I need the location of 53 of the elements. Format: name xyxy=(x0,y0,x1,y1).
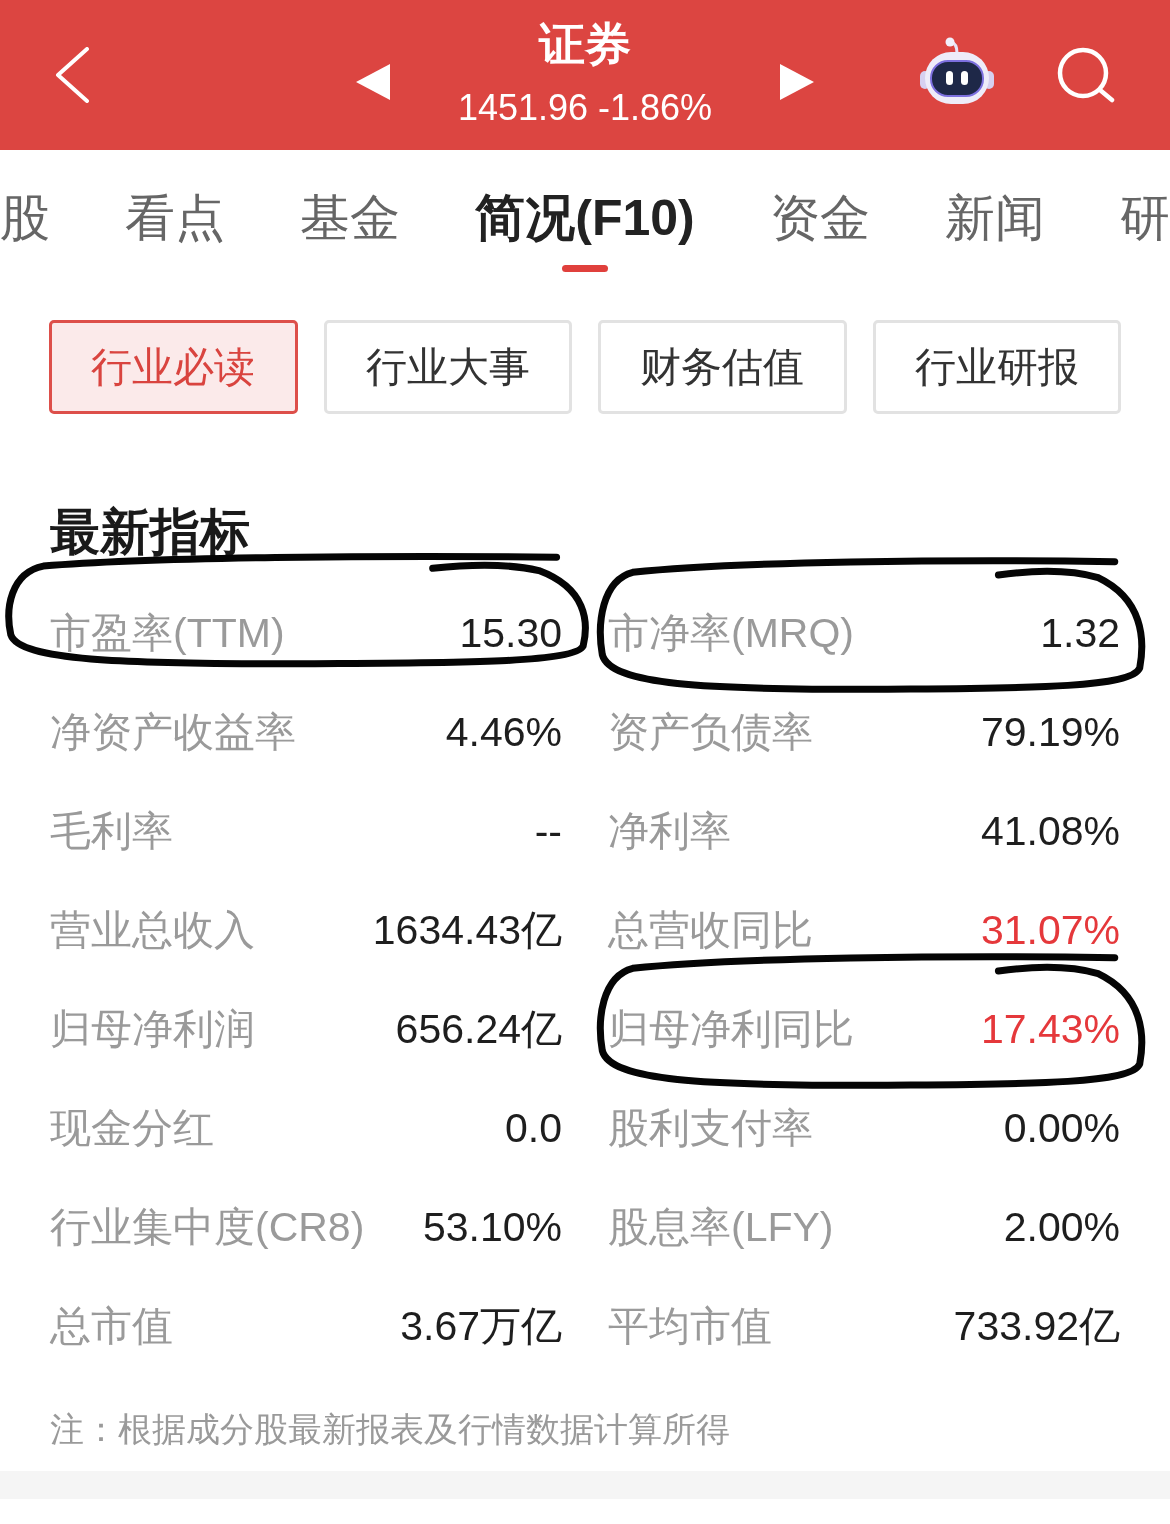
metric-value: 15.30 xyxy=(459,608,562,658)
metric-label: 净利率 xyxy=(608,806,731,856)
section-title: 最新指标 xyxy=(49,503,251,562)
metric-value: 0.0 xyxy=(505,1103,562,1153)
page-title: 证券 xyxy=(539,17,631,72)
metric-label: 股息率(LFY) xyxy=(608,1202,834,1252)
metric-value: 41.08% xyxy=(980,806,1120,856)
metric-value: 1634.43亿 xyxy=(372,905,562,955)
metric-label: 市盈率(TTM) xyxy=(50,608,285,658)
metric-label: 毛利率 xyxy=(50,806,173,856)
metric-value: -- xyxy=(534,806,562,856)
active-tab-indicator xyxy=(561,265,608,272)
metric-value: 31.07% xyxy=(980,905,1120,955)
robot-icon[interactable] xyxy=(919,37,995,105)
metric-value: 656.24亿 xyxy=(395,1004,562,1054)
metric-value: 2.00% xyxy=(1003,1202,1120,1252)
metric-value: 4.46% xyxy=(445,707,562,757)
metric-label: 营业总收入 xyxy=(50,905,255,955)
metric-value: 1.32 xyxy=(1040,608,1120,658)
metric-label: 股利支付率 xyxy=(608,1103,813,1153)
segment-tab[interactable]: 行业研报 xyxy=(872,320,1121,414)
tab[interactable]: 股 xyxy=(0,150,50,274)
segment-tab[interactable]: 财务估值 xyxy=(598,320,847,414)
metric-value: 17.43% xyxy=(980,1004,1120,1054)
metric-label: 平均市值 xyxy=(608,1301,772,1351)
metric-value: 3.67万亿 xyxy=(400,1301,562,1351)
metric-label: 现金分红 xyxy=(50,1103,214,1153)
back-icon[interactable] xyxy=(55,47,89,103)
segment-tab[interactable]: 行业大事 xyxy=(323,320,572,414)
segment-tab[interactable]: 行业必读 xyxy=(49,320,298,414)
metric-label: 总市值 xyxy=(50,1301,173,1351)
metric-value: 79.19% xyxy=(980,707,1120,757)
footnote: 注：根据成分股最新报表及行情数据计算所得 xyxy=(49,1409,731,1450)
metric-label: 总营收同比 xyxy=(608,905,813,955)
left-triangle-icon[interactable] xyxy=(355,64,390,100)
metric-label: 资产负债率 xyxy=(608,707,813,757)
tab[interactable]: 看点 xyxy=(125,150,226,274)
tab[interactable]: 简况(F10) xyxy=(475,150,695,274)
metric-label: 归母净利同比 xyxy=(608,1004,854,1054)
tab[interactable]: 基金 xyxy=(300,150,401,274)
metric-label: 行业集中度(CR8) xyxy=(50,1202,365,1252)
tab[interactable]: 研 xyxy=(1119,150,1170,274)
metric-label: 市净率(MRQ) xyxy=(608,608,854,658)
tab[interactable]: 资金 xyxy=(769,150,870,274)
metric-label: 净资产收益率 xyxy=(50,707,296,757)
tab[interactable]: 新闻 xyxy=(944,150,1045,274)
index-quote: 1451.96 -1.86% xyxy=(457,86,713,130)
metric-label: 归母净利润 xyxy=(50,1004,255,1054)
right-triangle-icon[interactable] xyxy=(780,64,815,100)
search-icon[interactable] xyxy=(1057,47,1115,103)
metric-value: 0.00% xyxy=(1003,1103,1120,1153)
metric-value: 733.92亿 xyxy=(953,1301,1120,1351)
metric-value: 53.10% xyxy=(422,1202,562,1252)
